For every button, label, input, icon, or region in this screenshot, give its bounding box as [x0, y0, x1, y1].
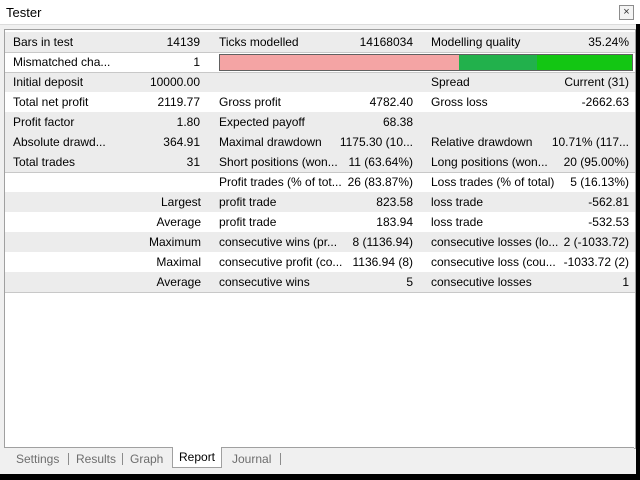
report-value: 20 (95.00%): [563, 155, 629, 169]
quality-bar-segment-mismatch: [220, 55, 459, 70]
report-row-profit-loss-trades: Profit trades (% of tot... 26 (83.87%) Los…: [5, 172, 635, 192]
report-value: 364.91: [163, 135, 200, 149]
report-row-net-profit-gross: Total net profit 2119.77 Gross profit 4782.…: [5, 92, 635, 112]
row-divider: [5, 72, 635, 73]
report-value: -532.53: [588, 215, 629, 229]
report-value: 4782.40: [369, 95, 413, 109]
report-value: 26 (83.87%): [347, 175, 413, 189]
row-divider: [5, 172, 635, 173]
report-row-positions: Total trades 31 Short positions (won... 11 …: [5, 152, 635, 172]
report-value: 1: [622, 275, 629, 289]
tab-results[interactable]: Results: [76, 451, 116, 467]
report-row-average-consecutive: consecutive wins 5 consecutive losses 1 Aver…: [5, 272, 635, 292]
bottom-strip: [0, 474, 640, 480]
tab-report[interactable]: Report: [172, 447, 223, 468]
report-value: 68.38: [382, 115, 413, 129]
quality-bar-segment-quality-dark: [458, 55, 538, 70]
report-label: Average: [156, 215, 201, 229]
tab-graph[interactable]: Graph: [130, 451, 163, 467]
report-value: 5 (16.13%): [570, 175, 629, 189]
report-label: Maximal: [156, 255, 201, 269]
report-value: 1175.30 (10...: [339, 135, 413, 149]
report-value: -562.81: [588, 195, 629, 209]
report-value: 14168034: [359, 35, 413, 49]
report-row-maximal-consecutive: consecutive profit (co... 1136.94 (8) cons…: [5, 252, 635, 272]
report-row-largest-trade: profit trade 823.58 loss trade -562.81 Large…: [5, 192, 635, 212]
tab-separator: [68, 453, 69, 465]
window-edge: [636, 24, 640, 474]
report-label: Average: [156, 275, 201, 289]
report-row-profit-factor-payoff: Profit factor 1.80 Expected payoff 68.38: [5, 112, 635, 132]
report-value: 10.71% (117...: [551, 135, 629, 149]
report-value: 1: [193, 55, 200, 69]
report-value: 2 (-1033.72): [563, 235, 629, 249]
report-label: Largest: [160, 195, 201, 209]
report-row-deposit-spread: Initial deposit 10000.00 Spread Current (31…: [5, 72, 635, 92]
report-row-bars-ticks-quality: Bars in test 14139 Ticks modelled 14168034 M…: [5, 32, 635, 52]
report-row-average-trade: profit trade 183.94 loss trade -532.53 Avera…: [5, 212, 635, 232]
tab-bar: Settings Results Graph Report Journal: [4, 447, 634, 470]
tab-separator: [280, 453, 281, 465]
quality-bar-segment-quality-light: [537, 55, 632, 70]
row-divider: [5, 52, 635, 53]
row-divider: [5, 292, 635, 293]
close-button[interactable]: ×: [619, 5, 634, 20]
report-value: 11 (63.64%): [348, 155, 413, 169]
report-value: 183.94: [376, 215, 413, 229]
report-row-max-consecutive: consecutive wins (pr... 8 (1136.94) consec…: [5, 232, 635, 252]
report-value: 1136.94 (8): [352, 255, 414, 269]
report-panel: Bars in test 14139 Ticks modelled 14168034 M…: [4, 29, 636, 449]
tab-settings[interactable]: Settings: [16, 451, 59, 467]
report-value: Current (31): [564, 75, 629, 89]
report-value: 31: [186, 155, 200, 169]
report-value: -1033.72 (2): [563, 255, 629, 269]
report-value: 5: [406, 275, 413, 289]
report-value: 14139: [166, 35, 200, 49]
report-label: Maximum: [148, 235, 201, 249]
report-value: 10000.00: [149, 75, 200, 89]
report-value: 35.24%: [588, 35, 629, 49]
tab-separator: [122, 453, 123, 465]
tab-journal[interactable]: Journal: [232, 451, 271, 467]
report-value: 8 (1136.94): [352, 235, 414, 249]
report-value: 2119.77: [157, 95, 201, 109]
report-value: 1.80: [176, 115, 200, 129]
report-value: -2662.63: [581, 95, 629, 109]
report-value: 823.58: [376, 195, 413, 209]
title-bar: Tester ×: [0, 0, 640, 25]
report-row-drawdowns: Absolute drawd... 364.91 Maximal drawdown 1…: [5, 132, 635, 152]
tester-window: Tester × Bars in test 14139 Ticks modelled…: [0, 0, 640, 474]
window-title: Tester: [6, 5, 42, 20]
modelling-quality-bar: [219, 54, 633, 71]
